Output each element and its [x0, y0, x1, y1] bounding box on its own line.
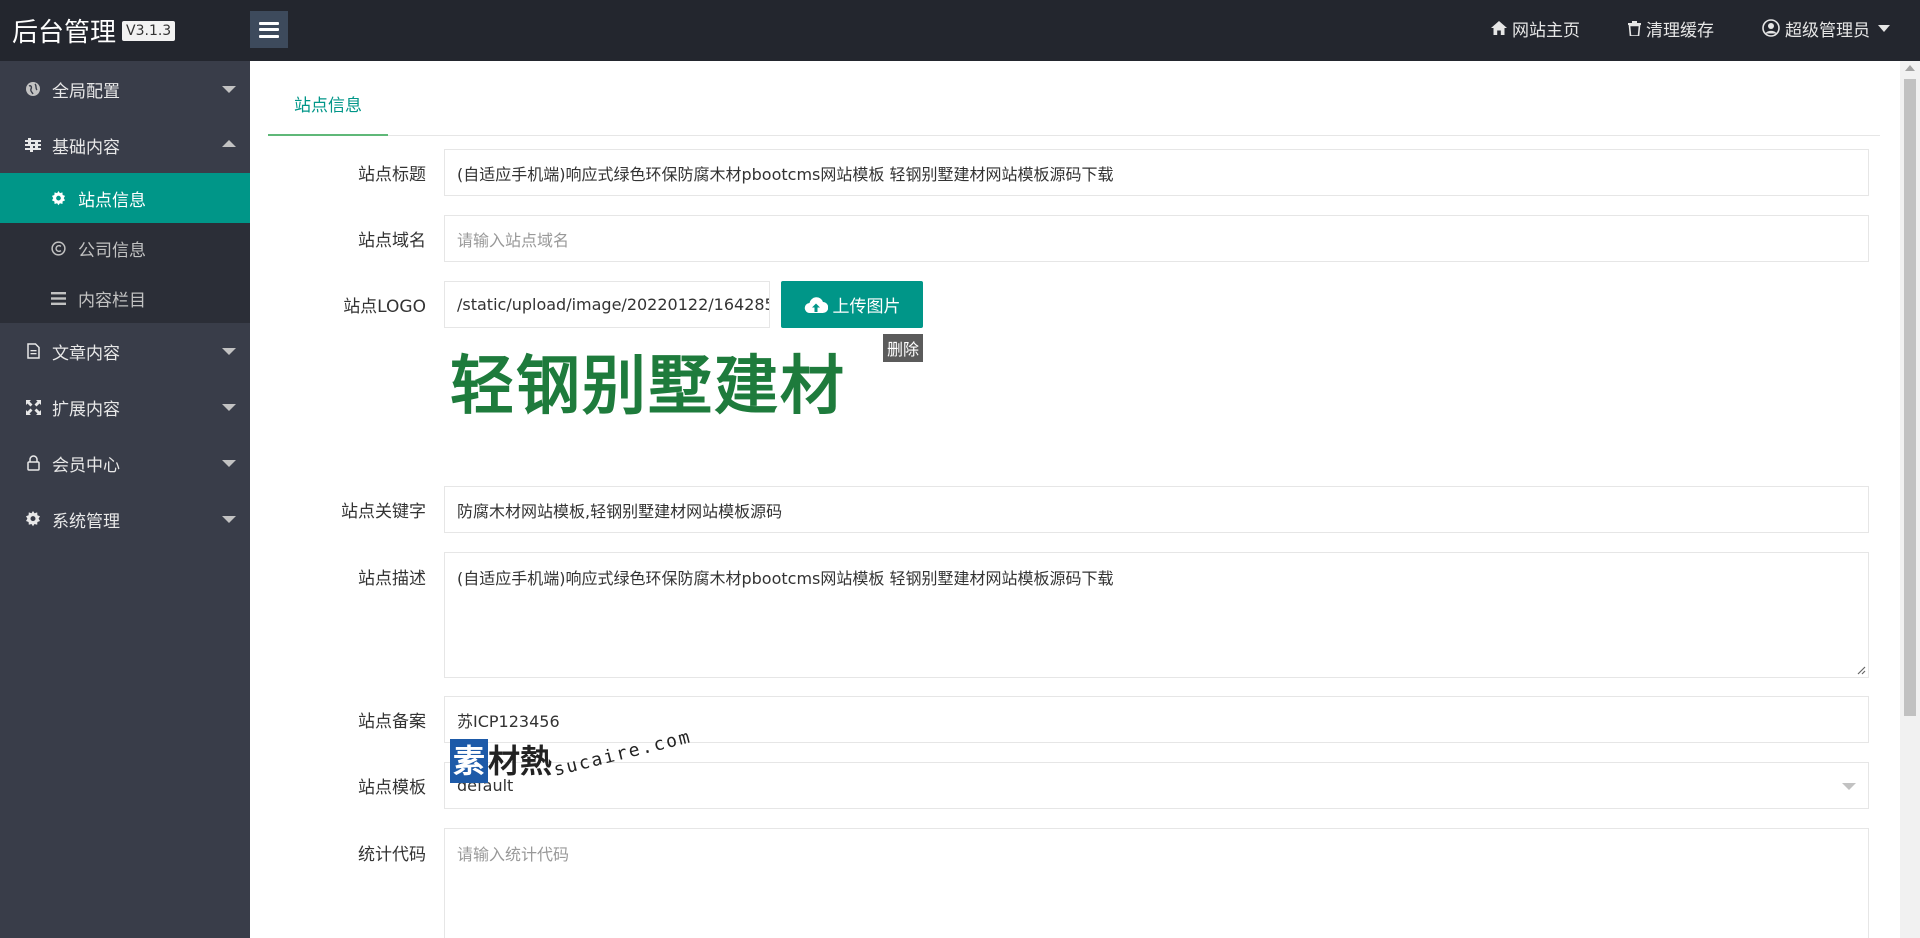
sidebar: 全局配置 基础内容 站点信息 公司信息 内容栏目 文章内容 扩展内容 会员中心 … [0, 61, 250, 938]
logo-preview-text: 轻钢别墅建材 [450, 350, 846, 424]
sidebar-item-label: 基础内容 [52, 137, 120, 158]
sliders-icon [24, 138, 42, 152]
site-icp-label: 站点备案 [358, 712, 426, 732]
sidebar-subitem-content-columns[interactable]: 内容栏目 [0, 273, 250, 323]
chevron-down-icon [222, 86, 236, 93]
version-badge: V3.1.3 [122, 20, 176, 41]
watermark-box: 素 [450, 739, 489, 783]
user-menu[interactable]: 超级管理员 [1762, 16, 1890, 41]
site-home-label: 网站主页 [1512, 20, 1580, 41]
sidebar-subitem-site-info[interactable]: 站点信息 [0, 173, 250, 223]
clear-cache-link[interactable]: 清理缓存 [1628, 16, 1714, 41]
delete-logo-button[interactable]: 删除 [883, 334, 923, 362]
chevron-up-icon [222, 140, 236, 147]
gear-icon [24, 511, 42, 527]
list-icon [50, 291, 66, 305]
sidebar-item-article-content[interactable]: 文章内容 [0, 323, 250, 379]
chevron-down-icon [222, 404, 236, 411]
clear-cache-label: 清理缓存 [1646, 20, 1714, 41]
user-circle-icon [1762, 19, 1780, 37]
lock-icon [24, 455, 42, 471]
sidebar-item-extended-content[interactable]: 扩展内容 [0, 379, 250, 435]
expand-icon [24, 399, 42, 415]
tab-site-info[interactable]: 站点信息 [268, 86, 388, 136]
scrollbar-thumb[interactable] [1904, 79, 1916, 716]
sidebar-item-label: 系统管理 [52, 511, 120, 532]
home-icon [1491, 21, 1507, 35]
site-description-text: (自适应手机端)响应式绿色环保防腐木材pbootcms网站模板 轻钢别墅建材网站… [457, 569, 1114, 588]
site-logo-label: 站点LOGO [343, 297, 426, 317]
logo-preview-image: 轻钢别墅建材 [450, 341, 846, 424]
stats-code-label: 统计代码 [358, 845, 426, 865]
chevron-down-icon [222, 460, 236, 467]
sidebar-item-member-center[interactable]: 会员中心 [0, 435, 250, 491]
site-description-textarea[interactable]: (自适应手机端)响应式绿色环保防腐木材pbootcms网站模板 轻钢别墅建材网站… [444, 552, 1869, 678]
cloud-upload-icon [804, 296, 828, 314]
watermark: 素 材熱 sucaire.com [450, 726, 694, 793]
sidebar-item-label: 会员中心 [52, 455, 120, 476]
brand: 后台管理 V3.1.3 [12, 0, 176, 61]
hamburger-icon [259, 21, 279, 38]
site-template-label: 站点模板 [358, 778, 426, 798]
gear-icon [50, 190, 66, 206]
top-header: 后台管理 V3.1.3 网站主页 清理缓存 超级管理员 [0, 0, 1920, 61]
sidebar-subitem-label: 公司信息 [78, 240, 146, 261]
menu-toggle-button[interactable] [250, 11, 288, 48]
site-home-link[interactable]: 网站主页 [1491, 16, 1580, 41]
chevron-down-icon [222, 516, 236, 523]
main-content: 站点信息 站点标题 (自适应手机端)响应式绿色环保防腐木材pbootcms网站模… [250, 61, 1900, 938]
trash-icon [1628, 20, 1641, 36]
site-description-label: 站点描述 [358, 569, 426, 589]
page-scrollbar[interactable] [1900, 61, 1920, 938]
scroll-up-icon[interactable] [1905, 65, 1915, 71]
upload-image-label: 上传图片 [832, 297, 901, 317]
sidebar-item-label: 全局配置 [52, 81, 120, 102]
user-name: 超级管理员 [1785, 20, 1870, 41]
site-domain-input[interactable]: 请输入站点域名 [444, 215, 1869, 262]
site-keywords-label: 站点关键字 [341, 502, 426, 522]
sidebar-item-basic-content[interactable]: 基础内容 [0, 117, 250, 173]
site-title-label: 站点标题 [358, 165, 426, 185]
header-links: 网站主页 清理缓存 超级管理员 [1443, 0, 1890, 56]
watermark-en: sucaire.com [551, 726, 694, 781]
sidebar-item-label: 文章内容 [52, 343, 120, 364]
resize-grip-icon[interactable] [1856, 665, 1866, 675]
globe-icon [24, 81, 42, 97]
upload-image-button[interactable]: 上传图片 [781, 281, 923, 328]
chevron-down-icon [1842, 783, 1856, 790]
chevron-down-icon [222, 348, 236, 355]
sidebar-subitem-company-info[interactable]: 公司信息 [0, 223, 250, 273]
sidebar-item-system-management[interactable]: 系统管理 [0, 491, 250, 547]
site-logo-input[interactable]: /static/upload/image/20220122/1642853 [444, 281, 770, 328]
sidebar-subitem-label: 内容栏目 [78, 290, 146, 311]
site-domain-label: 站点域名 [358, 231, 426, 251]
watermark-cn: 材熱 [488, 742, 553, 780]
app-title: 后台管理 [12, 18, 117, 48]
sidebar-subnav: 站点信息 公司信息 内容栏目 [0, 173, 250, 323]
sidebar-item-global-config[interactable]: 全局配置 [0, 61, 250, 117]
site-title-input[interactable]: (自适应手机端)响应式绿色环保防腐木材pbootcms网站模板 轻钢别墅建材网站… [444, 149, 1869, 196]
stats-code-placeholder: 请输入统计代码 [457, 845, 570, 864]
tab-bar: 站点信息 [268, 86, 1880, 136]
stats-code-textarea[interactable]: 请输入统计代码 [444, 828, 1869, 938]
file-icon [24, 343, 42, 359]
sidebar-item-label: 扩展内容 [52, 399, 120, 420]
copyright-icon [50, 240, 66, 256]
sidebar-subitem-label: 站点信息 [78, 190, 146, 211]
site-keywords-input[interactable]: 防腐木材网站模板,轻钢别墅建材网站模板源码 [444, 486, 1869, 533]
chevron-down-icon [1878, 24, 1890, 32]
